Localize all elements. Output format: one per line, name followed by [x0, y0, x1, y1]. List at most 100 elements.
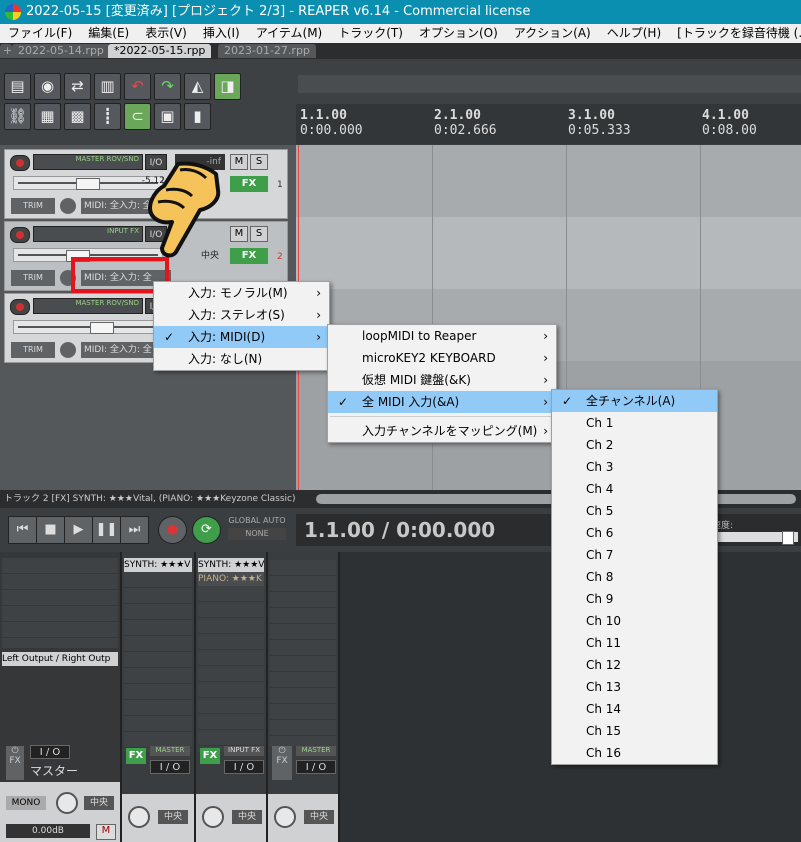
lock-icon[interactable]: ▣ — [154, 103, 181, 130]
menu-help[interactable]: ヘルプ(H) — [599, 24, 669, 43]
strip-fx-name[interactable]: SYNTH: ★★★V — [198, 558, 264, 572]
mixer-strip-2[interactable]: SYNTH: ★★★V PIANO: ★★★K FX INPUT FX I / … — [196, 552, 268, 842]
timeline-ruler[interactable]: 1.1.00 0:00.000 2.1.00 0:02.666 3.1.00 0:05… — [296, 104, 801, 144]
menu-item-channel[interactable]: Ch 11 — [552, 632, 717, 654]
snap-icon[interactable]: ◨ — [214, 73, 241, 100]
record-icon[interactable]: ● — [158, 516, 187, 544]
strip-io-button[interactable]: I / O — [296, 760, 336, 774]
item-grouping-icon[interactable]: ▩ — [64, 103, 91, 130]
trim-button[interactable]: TRIM — [11, 342, 55, 358]
menu-options[interactable]: オプション(O) — [411, 24, 506, 43]
menu-item-channel[interactable]: Ch 7 — [552, 544, 717, 566]
phase-icon[interactable] — [60, 342, 76, 358]
menu-item-map-channels[interactable]: 入力チャンネルをマッピング(M) › — [328, 420, 556, 442]
menu-item-channel[interactable]: Ch 12 — [552, 654, 717, 676]
menu-item-channel[interactable]: Ch 2 — [552, 434, 717, 456]
menu-item-channel[interactable]: Ch 13 — [552, 676, 717, 698]
trim-button[interactable]: TRIM — [11, 270, 55, 286]
menu-item-microkey2[interactable]: microKEY2 KEYBOARD › — [328, 347, 556, 369]
tab-project-3[interactable]: 2023-01-27.rpp — [218, 44, 316, 58]
redo-icon[interactable]: ↷ — [154, 73, 181, 100]
menu-item-channel[interactable]: Ch 1 — [552, 412, 717, 434]
play-icon[interactable]: ▶ — [64, 516, 93, 544]
mixer-icon[interactable]: ▮ — [184, 103, 211, 130]
horizontal-scrollbar[interactable] — [296, 490, 801, 508]
grid-icon[interactable]: ▦ — [34, 103, 61, 130]
undo-icon[interactable]: ↶ — [124, 73, 151, 100]
strip-pan-knob[interactable] — [202, 806, 224, 828]
track-name[interactable]: INPUT FX — [33, 226, 143, 242]
open-project-icon[interactable]: ◉ — [34, 73, 61, 100]
mono-button[interactable]: MONO — [6, 796, 46, 810]
menu-item-channel[interactable]: Ch 5 — [552, 500, 717, 522]
new-tab-icon[interactable]: + — [0, 44, 12, 58]
menu-item-all-channels[interactable]: ✓ 全チャンネル(A) — [552, 390, 717, 412]
menu-item[interactable]: アイテム(M) — [248, 24, 331, 43]
repeat-icon[interactable]: ⟳ — [192, 516, 221, 544]
menu-item-input-midi[interactable]: ✓ 入力: MIDI(D) › — [154, 326, 329, 348]
menu-edit[interactable]: 編集(E) — [80, 24, 137, 43]
menu-item-input-none[interactable]: 入力: なし(N) — [154, 348, 329, 370]
menu-item-channel[interactable]: Ch 4 — [552, 478, 717, 500]
menu-item-input-mono[interactable]: 入力: モノラル(M) › — [154, 282, 329, 304]
menu-item-loopmidi[interactable]: loopMIDI to Reaper › — [328, 325, 556, 347]
loop-icon[interactable]: ⊂ — [124, 103, 151, 130]
strip-fx-bypass-icon[interactable]: ⏻ FX — [272, 746, 292, 780]
metronome-icon[interactable]: ◭ — [184, 73, 211, 100]
trim-button[interactable]: TRIM — [11, 198, 55, 214]
rate-slider[interactable] — [712, 531, 798, 545]
pause-icon[interactable]: ❚❚ — [92, 516, 121, 544]
master-pan-knob[interactable] — [56, 792, 78, 814]
menu-item-channel[interactable]: Ch 14 — [552, 698, 717, 720]
tab-project-2[interactable]: *2022-05-15.rpp — [108, 44, 212, 58]
project-settings-icon[interactable]: ▥ — [94, 73, 121, 100]
solo-button[interactable]: S — [250, 154, 268, 170]
strip-fx-name[interactable]: SYNTH: ★★★V — [124, 558, 192, 572]
strip-fx-name-2[interactable]: PIANO: ★★★K — [198, 572, 264, 586]
ripple-icon[interactable]: ⛓ — [4, 103, 31, 130]
menu-track[interactable]: トラック(T) — [330, 24, 411, 43]
menu-item-all-midi-inputs[interactable]: ✓ 全 MIDI 入力(&A) › — [328, 391, 556, 413]
menu-view[interactable]: 表示(V) — [137, 24, 195, 43]
menu-item-virtual-keyboard[interactable]: 仮想 MIDI 鍵盤(&K) › — [328, 369, 556, 391]
record-arm-button[interactable] — [10, 299, 30, 315]
menu-item-input-stereo[interactable]: 入力: ステレオ(S) › — [154, 304, 329, 326]
menu-actions[interactable]: アクション(A) — [506, 24, 599, 43]
new-project-icon[interactable]: ▤ — [4, 73, 31, 100]
phase-icon[interactable] — [60, 198, 76, 214]
menu-item-channel[interactable]: Ch 6 — [552, 522, 717, 544]
record-arm-button[interactable] — [10, 227, 30, 243]
menu-file[interactable]: ファイル(F) — [0, 24, 80, 43]
record-arm-button[interactable] — [10, 155, 30, 171]
track-name[interactable]: MASTER ROV/SND — [33, 298, 143, 314]
strip-pan-knob[interactable] — [128, 806, 150, 828]
menu-insert[interactable]: 挿入(I) — [195, 24, 248, 43]
menu-item-channel[interactable]: Ch 16 — [552, 742, 717, 764]
save-project-icon[interactable]: ⇄ — [64, 73, 91, 100]
strip-fx-button[interactable]: FX — [126, 748, 146, 764]
menu-item-channel[interactable]: Ch 10 — [552, 610, 717, 632]
tab-project-1[interactable]: 2022-05-14.rpp — [12, 44, 110, 58]
global-automation[interactable]: GLOBAL AUTO NONE — [228, 516, 286, 546]
master-fx-icon[interactable]: ⏻ FX — [6, 746, 24, 780]
track-name[interactable]: MASTER ROV/SND — [33, 154, 143, 170]
strip-pan-knob[interactable] — [274, 806, 296, 828]
envelope-icon[interactable]: ┋ — [94, 103, 121, 130]
mixer-strip-1[interactable]: SYNTH: ★★★V FX MASTER I / O 中央 — [122, 552, 196, 842]
menu-item-channel[interactable]: Ch 15 — [552, 720, 717, 742]
menu-item-channel[interactable]: Ch 9 — [552, 588, 717, 610]
strip-fx-button[interactable]: FX — [200, 748, 220, 764]
mixer-strip-3[interactable]: ⏻ FX MASTER I / O 中央 — [268, 552, 340, 842]
master-io-button[interactable]: I / O — [30, 745, 70, 759]
master-mute-button[interactable]: M — [96, 824, 116, 840]
menu-last-action[interactable]: [トラックを録音待機 (...] — [669, 24, 801, 43]
strip-io-button[interactable]: I / O — [224, 760, 264, 774]
master-output-route[interactable]: Left Output / Right Outp — [2, 652, 118, 666]
go-to-end-icon[interactable]: ⏭ — [120, 516, 149, 544]
solo-button[interactable]: S — [250, 226, 268, 242]
stop-icon[interactable]: ■ — [36, 516, 65, 544]
strip-io-button[interactable]: I / O — [150, 760, 190, 774]
menu-item-channel[interactable]: Ch 3 — [552, 456, 717, 478]
go-to-start-icon[interactable]: ⏮ — [8, 516, 37, 544]
menu-item-channel[interactable]: Ch 8 — [552, 566, 717, 588]
